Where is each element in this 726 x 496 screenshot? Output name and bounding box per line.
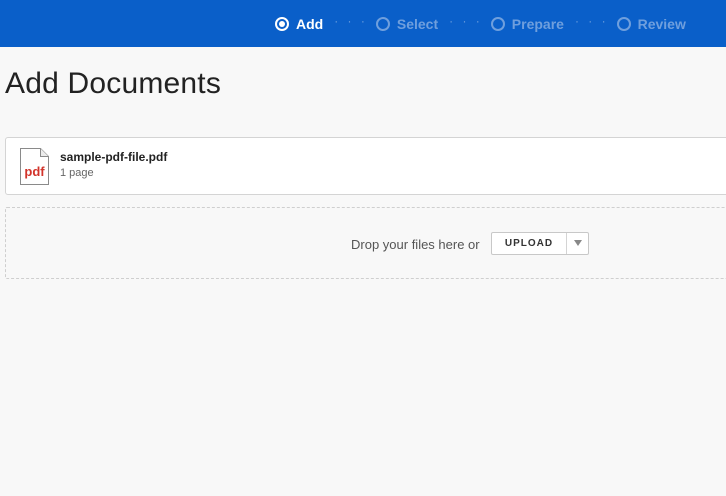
radio-empty-icon	[490, 16, 505, 31]
step-label: Review	[637, 15, 686, 32]
step-label: Add	[296, 15, 324, 32]
file-drop-zone[interactable]: Drop your files here or UPLOAD	[5, 207, 726, 279]
pdf-file-icon: pdf	[20, 148, 49, 185]
step-prepare[interactable]: Prepare	[490, 15, 564, 32]
step-separator: · · ·	[449, 13, 483, 28]
page-title: Add Documents	[5, 67, 222, 100]
stepper: Add · · · Select · · · Prepare · · · Rev…	[275, 0, 686, 47]
upload-split-button: UPLOAD	[491, 232, 589, 255]
radio-filled-icon	[275, 16, 289, 31]
top-stepper-bar: Add · · · Select · · · Prepare · · · Rev…	[0, 0, 726, 47]
pdf-icon-label: pdf	[24, 164, 45, 179]
drop-zone-text: Drop your files here or	[351, 237, 480, 252]
step-label: Select	[396, 15, 439, 32]
file-page-count: 1 page	[60, 167, 94, 179]
step-separator: · · ·	[574, 13, 609, 28]
upload-button[interactable]: UPLOAD	[492, 233, 566, 254]
file-card[interactable]: pdf sample-pdf-file.pdf 1 page	[5, 137, 726, 195]
radio-empty-icon	[616, 16, 631, 31]
step-label: Prepare	[511, 15, 564, 32]
step-review[interactable]: Review	[616, 15, 686, 32]
step-separator: · · ·	[334, 13, 368, 28]
file-name: sample-pdf-file.pdf	[60, 150, 168, 164]
step-select[interactable]: Select	[375, 15, 439, 32]
radio-empty-icon	[375, 16, 390, 31]
caret-down-icon[interactable]	[566, 233, 588, 254]
step-add[interactable]: Add	[275, 16, 323, 32]
